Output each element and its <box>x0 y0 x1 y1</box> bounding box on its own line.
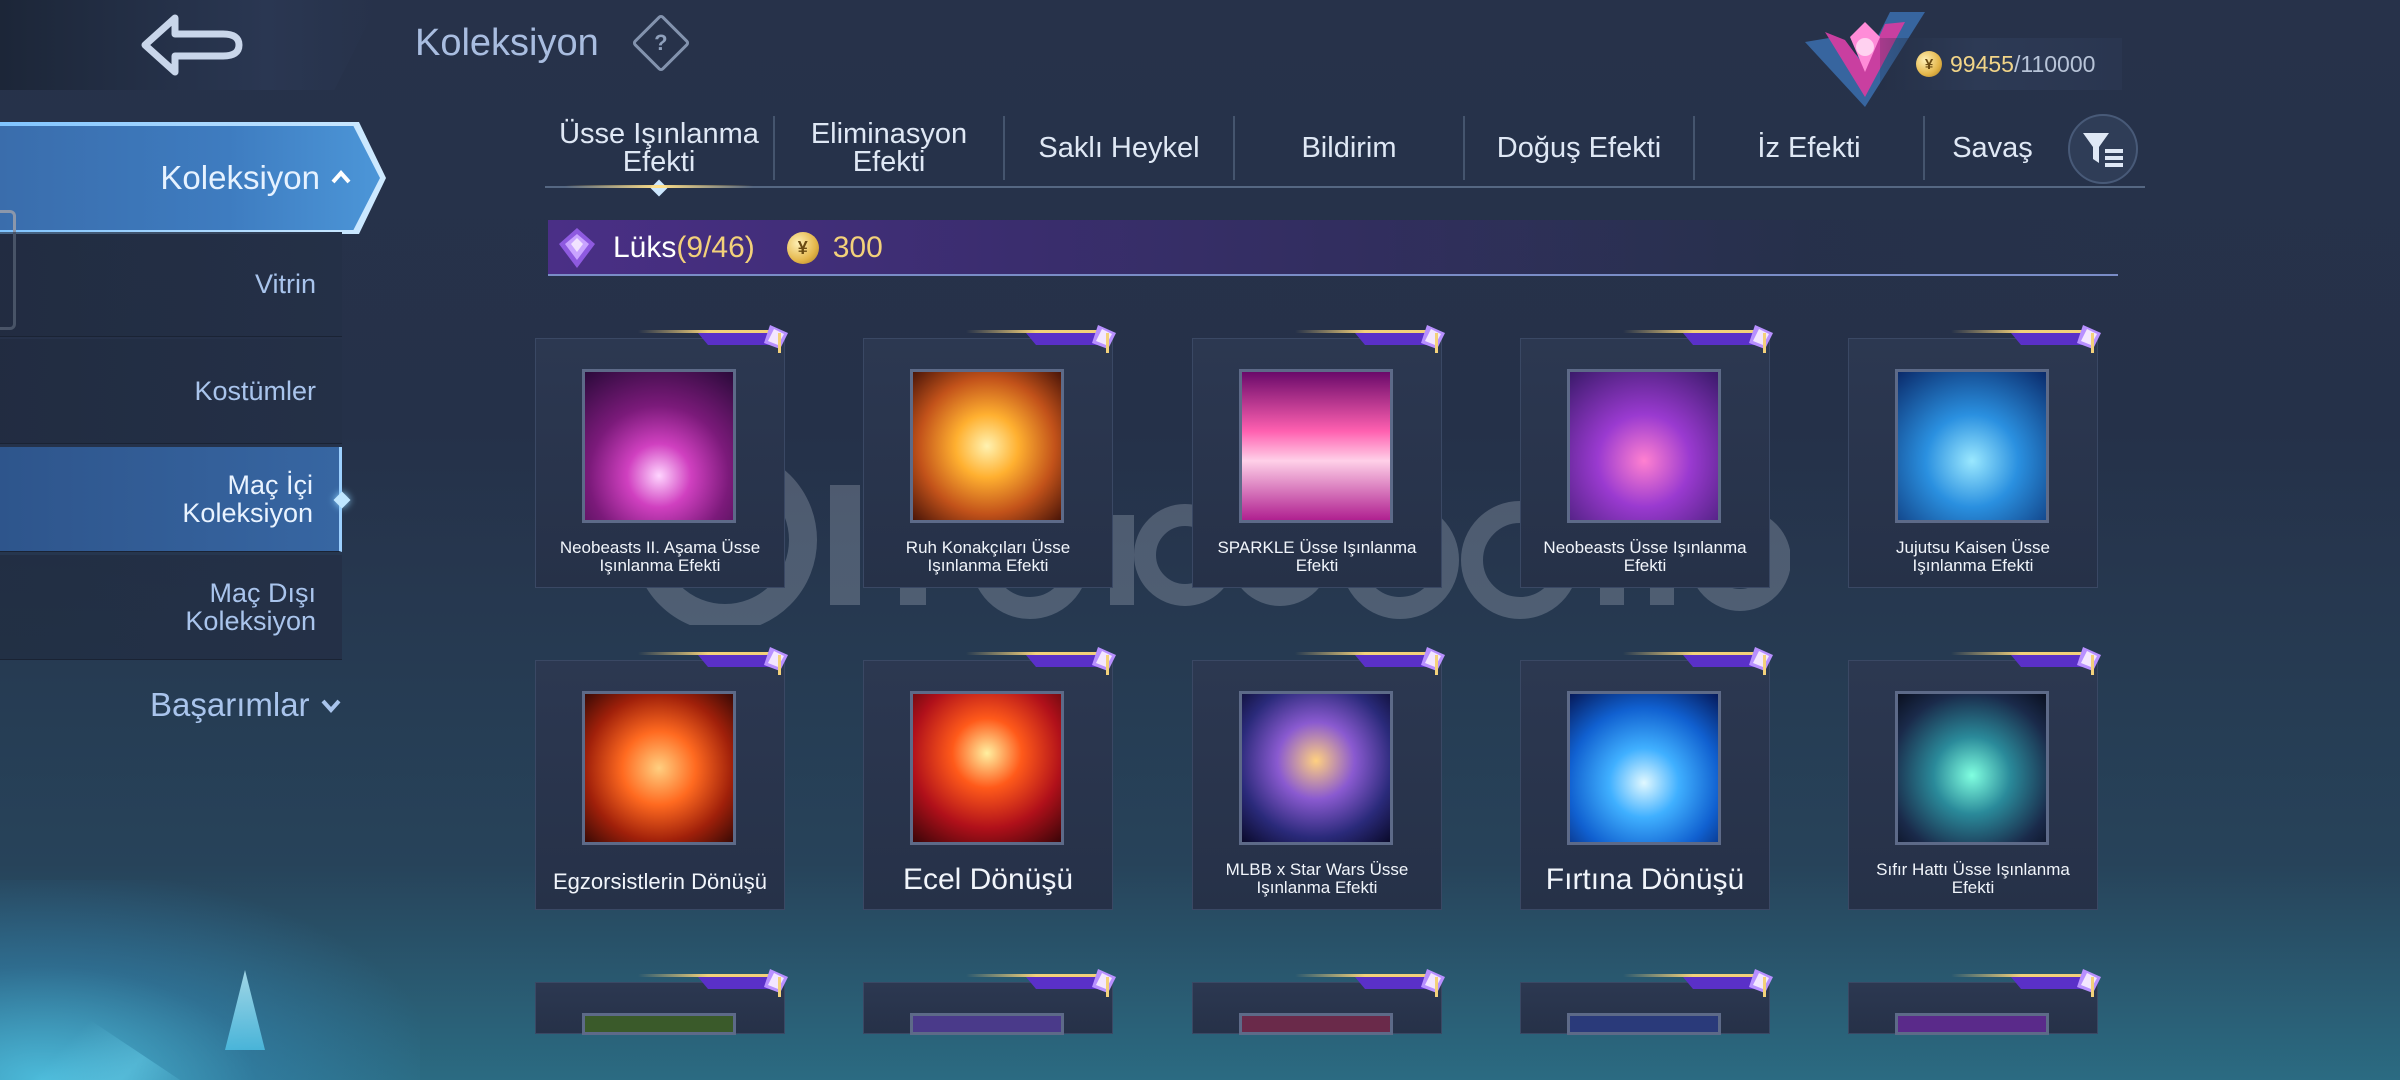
card-name: Sıfır Hattı Üsse Işınlanma Efekti <box>1876 860 2070 898</box>
card-name: Neobeasts Üsse Işınlanma Efekti <box>1543 538 1747 576</box>
card-name: Fırtına Dönüşü <box>1545 862 1745 896</box>
tab-eliminasyon-efekti[interactable]: Eliminasyon Efekti <box>775 116 1005 180</box>
tab-sakli-heykel[interactable]: Saklı Heykel <box>1005 116 1235 180</box>
luxury-ribbon-icon <box>1951 969 2101 997</box>
section-title: Lüks(9/46) ¥ 300 <box>555 224 883 272</box>
luxury-ribbon-icon <box>1623 647 1773 675</box>
sidebar-main-label: Koleksiyon <box>160 159 320 196</box>
section-label: Lüks <box>613 231 677 264</box>
page-title: Koleksiyon <box>415 22 599 64</box>
filter-button[interactable] <box>2068 114 2138 184</box>
collection-card[interactable] <box>1848 969 2101 1035</box>
sidebar-item-kostumler[interactable]: Kostümler <box>0 339 342 444</box>
luxury-ribbon-icon <box>1295 647 1445 675</box>
luxury-ribbon-icon <box>1295 325 1445 353</box>
luxury-gem-icon <box>559 228 595 268</box>
collection-card[interactable] <box>1520 969 1773 1035</box>
sidebar-item-label: Kostümler <box>194 375 316 406</box>
section-count: (9/46) <box>676 231 755 264</box>
card-name: Neobeasts II. Aşama Üsse Işınlanma Efekt… <box>559 538 761 576</box>
collection-card[interactable]: SPARKLE Üsse Işınlanma Efekti <box>1192 325 1445 588</box>
card-thumbnail <box>1895 691 2049 845</box>
luxury-ribbon-icon <box>638 647 788 675</box>
tab-dogus-efekti[interactable]: Doğuş Efekti <box>1465 116 1695 180</box>
card-thumbnail <box>1895 1013 2049 1035</box>
sidebar-item-mac-disi-koleksiyon[interactable]: Maç Dışı Koleksiyon <box>0 555 342 660</box>
collection-card[interactable] <box>1192 969 1445 1035</box>
card-thumbnail <box>1567 369 1721 523</box>
card-thumbnail <box>1895 369 2049 523</box>
question-diamond-icon[interactable]: ? <box>631 13 691 73</box>
chevron-up-icon <box>331 169 351 184</box>
luxury-ribbon-icon <box>966 325 1116 353</box>
luxury-ribbon-icon <box>966 969 1116 997</box>
card-thumbnail <box>1567 691 1721 845</box>
back-button[interactable] <box>0 0 380 90</box>
tab-bildirim[interactable]: Bildirim <box>1235 116 1465 180</box>
tab-iz-efekti[interactable]: İz Efekti <box>1695 116 1925 180</box>
tab-savas[interactable]: Savaş <box>1925 116 2060 180</box>
tab-usse-isinlanma-efekti[interactable]: Üsse Işınlanma Efekti <box>545 116 775 188</box>
coin-icon: ¥ <box>786 232 819 264</box>
luxury-ribbon-icon <box>1623 325 1773 353</box>
card-name: SPARKLE Üsse Işınlanma Efekti <box>1217 538 1417 576</box>
luxury-ribbon-icon <box>1951 647 2101 675</box>
card-thumbnail <box>1239 691 1393 845</box>
luxury-ribbon-icon <box>1623 969 1773 997</box>
card-name: Ecel Dönüşü <box>902 862 1074 896</box>
card-thumbnail <box>910 691 1064 845</box>
sidebar-item-label: Başarımlar <box>150 686 310 723</box>
luxury-ribbon-icon <box>638 325 788 353</box>
luxury-ribbon-icon <box>1295 969 1445 997</box>
card-name: MLBB x Star Wars Üsse Işınlanma Efekti <box>1225 860 1409 898</box>
collection-card[interactable]: Jujutsu Kaisen Üsse Işınlanma Efekti <box>1848 325 2101 588</box>
sidebar-item-label: Maç İçi Koleksiyon <box>182 469 313 528</box>
card-thumbnail <box>910 1013 1064 1035</box>
card-name: Egzorsistlerin Dönüşü <box>553 868 767 894</box>
collection-card[interactable]: Egzorsistlerin Dönüşü <box>535 647 788 910</box>
card-thumbnail <box>910 369 1064 523</box>
back-arrow-icon <box>141 14 243 76</box>
sidebar-item-label: Maç Dışı Koleksiyon <box>185 577 316 636</box>
section-cost: 300 <box>832 231 883 264</box>
currency-max: /110000 <box>2013 50 2096 77</box>
collection-card[interactable]: MLBB x Star Wars Üsse Işınlanma Efekti <box>1192 647 1445 910</box>
card-thumbnail <box>1239 1013 1393 1035</box>
collection-card[interactable]: Sıfır Hattı Üsse Işınlanma Efekti <box>1848 647 2101 910</box>
luxury-ribbon-icon <box>966 647 1116 675</box>
card-thumbnail <box>582 369 736 523</box>
coin-icon: ¥ <box>1916 51 1942 77</box>
card-thumbnail <box>1239 369 1393 523</box>
card-name: Ruh Konakçıları Üsse Işınlanma Efekti <box>905 538 1071 576</box>
currency-display: ¥ 99455/110000 <box>1880 38 2122 90</box>
card-name: Jujutsu Kaisen Üsse Işınlanma Efekti <box>1895 538 2051 576</box>
collection-card[interactable] <box>535 969 788 1035</box>
sidebar-item-koleksiyon[interactable]: Koleksiyon <box>0 126 380 230</box>
filter-icon <box>2083 133 2123 167</box>
card-thumbnail <box>582 1013 736 1035</box>
currency-value: 99455 <box>1950 50 2014 77</box>
sidebar-item-vitrin[interactable]: Vitrin <box>0 232 342 337</box>
sidebar-item-mac-ici-koleksiyon[interactable]: Maç İçi Koleksiyon <box>0 447 342 552</box>
collection-card[interactable]: Ecel Dönüşü <box>863 647 1116 910</box>
collection-card[interactable] <box>863 969 1116 1035</box>
category-tabs: Üsse Işınlanma Efekti Eliminasyon Efekti… <box>545 110 2145 188</box>
sidebar-item-label: Vitrin <box>254 268 316 299</box>
chevron-down-icon <box>321 699 341 714</box>
luxury-ribbon-icon <box>638 969 788 997</box>
collection-card[interactable]: Neobeasts II. Aşama Üsse Işınlanma Efekt… <box>535 325 788 588</box>
collection-card[interactable]: Fırtına Dönüşü <box>1520 647 1773 910</box>
collection-card[interactable]: Neobeasts Üsse Işınlanma Efekti <box>1520 325 1773 588</box>
card-thumbnail <box>582 691 736 845</box>
collection-card[interactable]: Ruh Konakçıları Üsse Işınlanma Efekti <box>863 325 1116 588</box>
luxury-ribbon-icon <box>1951 325 2101 353</box>
card-thumbnail <box>1567 1013 1721 1035</box>
sidebar-item-basarimlar[interactable]: Başarımlar <box>150 686 342 724</box>
